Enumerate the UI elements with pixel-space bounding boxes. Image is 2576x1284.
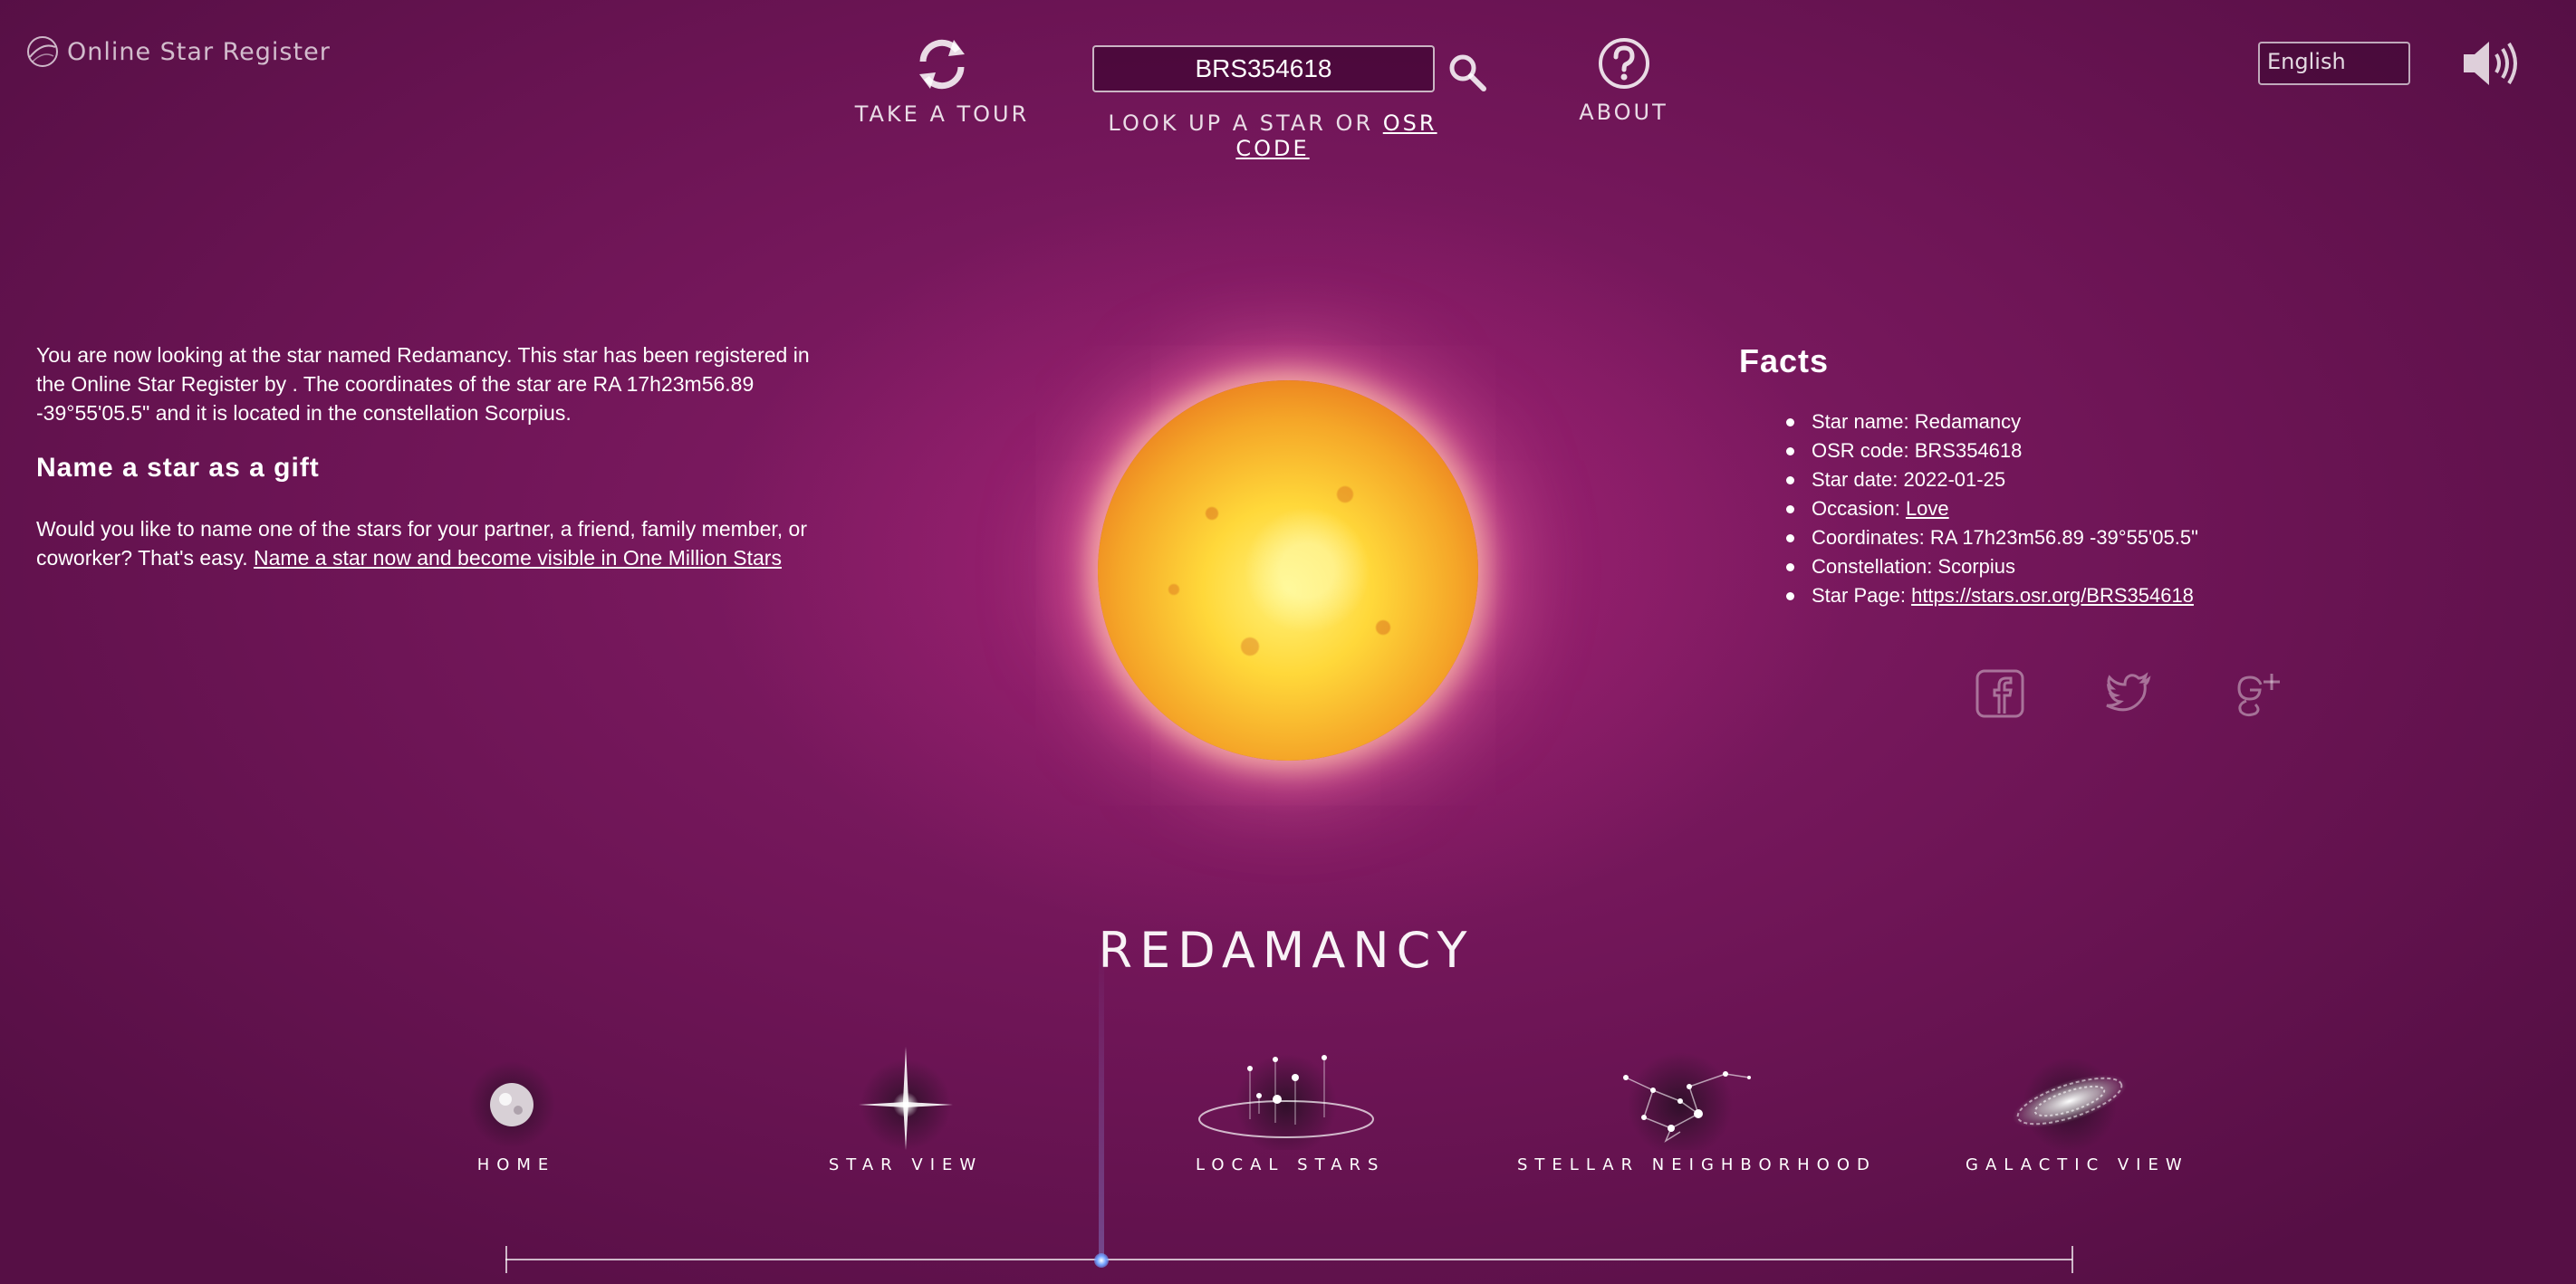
fact-value: Scorpius [1937, 555, 2016, 578]
fact-label: Occasion: [1812, 497, 1906, 520]
facebook-icon[interactable] [1975, 668, 2025, 719]
facts-heading: Facts [1739, 342, 1830, 379]
fact-label: Star date: [1812, 468, 1904, 491]
take-a-tour-button[interactable]: TAKE A TOUR [851, 34, 1033, 127]
nav-local-stars-label: LOCAL STARS [1196, 1155, 1386, 1174]
search-input[interactable] [1092, 45, 1435, 92]
fact-star-name: Star name: Redamancy [1786, 407, 2198, 436]
nav-home[interactable]: HOME [444, 1041, 589, 1174]
google-plus-icon[interactable] [2234, 668, 2284, 719]
timeline-marker[interactable] [1094, 1253, 1109, 1268]
lookup-prefix: LOOK UP A STAR OR [1108, 110, 1383, 136]
fact-value: BRS354618 [1914, 439, 2023, 462]
nav-stellar-neighborhood[interactable]: STELLAR NEIGHBORHOOD [1517, 1041, 1877, 1174]
about-button[interactable]: ABOUT [1549, 36, 1698, 125]
gift-heading: Name a star as a gift [36, 453, 320, 483]
gift-paragraph: Would you like to name one of the stars … [36, 514, 833, 572]
fact-star-date: Star date: 2022-01-25 [1786, 465, 2198, 494]
about-label: ABOUT [1579, 100, 1668, 125]
fact-value: 2022-01-25 [1903, 468, 2006, 491]
fact-label: OSR code: [1812, 439, 1915, 462]
nav-star-view-label: STAR VIEW [828, 1155, 984, 1174]
name-a-star-link[interactable]: Name a star now and become visible in On… [254, 546, 782, 570]
nav-local-stars[interactable]: LOCAL STARS [1196, 1041, 1386, 1174]
star-view-icon [833, 1041, 978, 1150]
local-stars-icon [1196, 1041, 1377, 1155]
galactic-view-icon [1997, 1041, 2142, 1152]
home-icon [444, 1041, 589, 1150]
fact-constellation: Constellation: Scorpius [1786, 552, 2198, 581]
logo-icon [27, 36, 58, 67]
star-name-title: REDAMANCY [1098, 922, 1475, 979]
nav-star-view[interactable]: STAR VIEW [820, 1041, 992, 1174]
refresh-icon [919, 39, 965, 90]
fact-star-page: Star Page: https://stars.osr.org/BRS3546… [1786, 581, 2198, 610]
speaker-icon[interactable] [2460, 38, 2520, 89]
nav-galactic-view[interactable]: GALACTIC VIEW [1966, 1041, 2189, 1174]
fact-label: Constellation: [1812, 555, 1938, 578]
fact-label: Star Page: [1812, 584, 1912, 607]
fact-occasion: Occasion: Love [1786, 494, 2198, 523]
fact-label: Star name: [1812, 410, 1915, 433]
zoom-timeline[interactable] [505, 1259, 2072, 1260]
intro-paragraph: You are now looking at the star named Re… [36, 343, 810, 425]
timeline-start-tick [505, 1246, 507, 1273]
fact-value: RA 17h23m56.89 -39°55'05.5" [1929, 526, 2198, 549]
take-a-tour-label: TAKE A TOUR [854, 101, 1030, 127]
language-select[interactable]: English [2258, 42, 2410, 85]
star-surface [1098, 380, 1478, 761]
nav-stellar-neighborhood-label: STELLAR NEIGHBORHOOD [1517, 1155, 1877, 1174]
search-icon[interactable] [1446, 51, 1489, 94]
nav-galactic-view-label: GALACTIC VIEW [1966, 1155, 2189, 1174]
logo[interactable]: Online Star Register [25, 34, 331, 69]
lookup-label: LOOK UP A STAR OR OSR CODE [1091, 110, 1454, 161]
fact-value: Redamancy [1914, 410, 2022, 433]
stellar-neighborhood-icon [1590, 1041, 1771, 1157]
fact-coordinates: Coordinates: RA 17h23m56.89 -39°55'05.5" [1786, 523, 2198, 552]
star-page-link[interactable]: https://stars.osr.org/BRS354618 [1911, 584, 2194, 607]
position-beam [1099, 942, 1104, 1259]
fact-osr-code: OSR code: BRS354618 [1786, 436, 2198, 465]
occasion-link[interactable]: Love [1906, 497, 1949, 520]
fact-label: Coordinates: [1812, 526, 1930, 549]
timeline-end-tick [2071, 1246, 2073, 1273]
intro-text: You are now looking at the star named Re… [36, 340, 833, 427]
twitter-icon[interactable] [2103, 668, 2154, 719]
facts-list: Star name: Redamancy OSR code: BRS354618… [1786, 407, 2198, 610]
logo-text: Online Star Register [67, 37, 331, 66]
help-icon [1598, 38, 1649, 89]
nav-home-label: HOME [476, 1155, 556, 1174]
